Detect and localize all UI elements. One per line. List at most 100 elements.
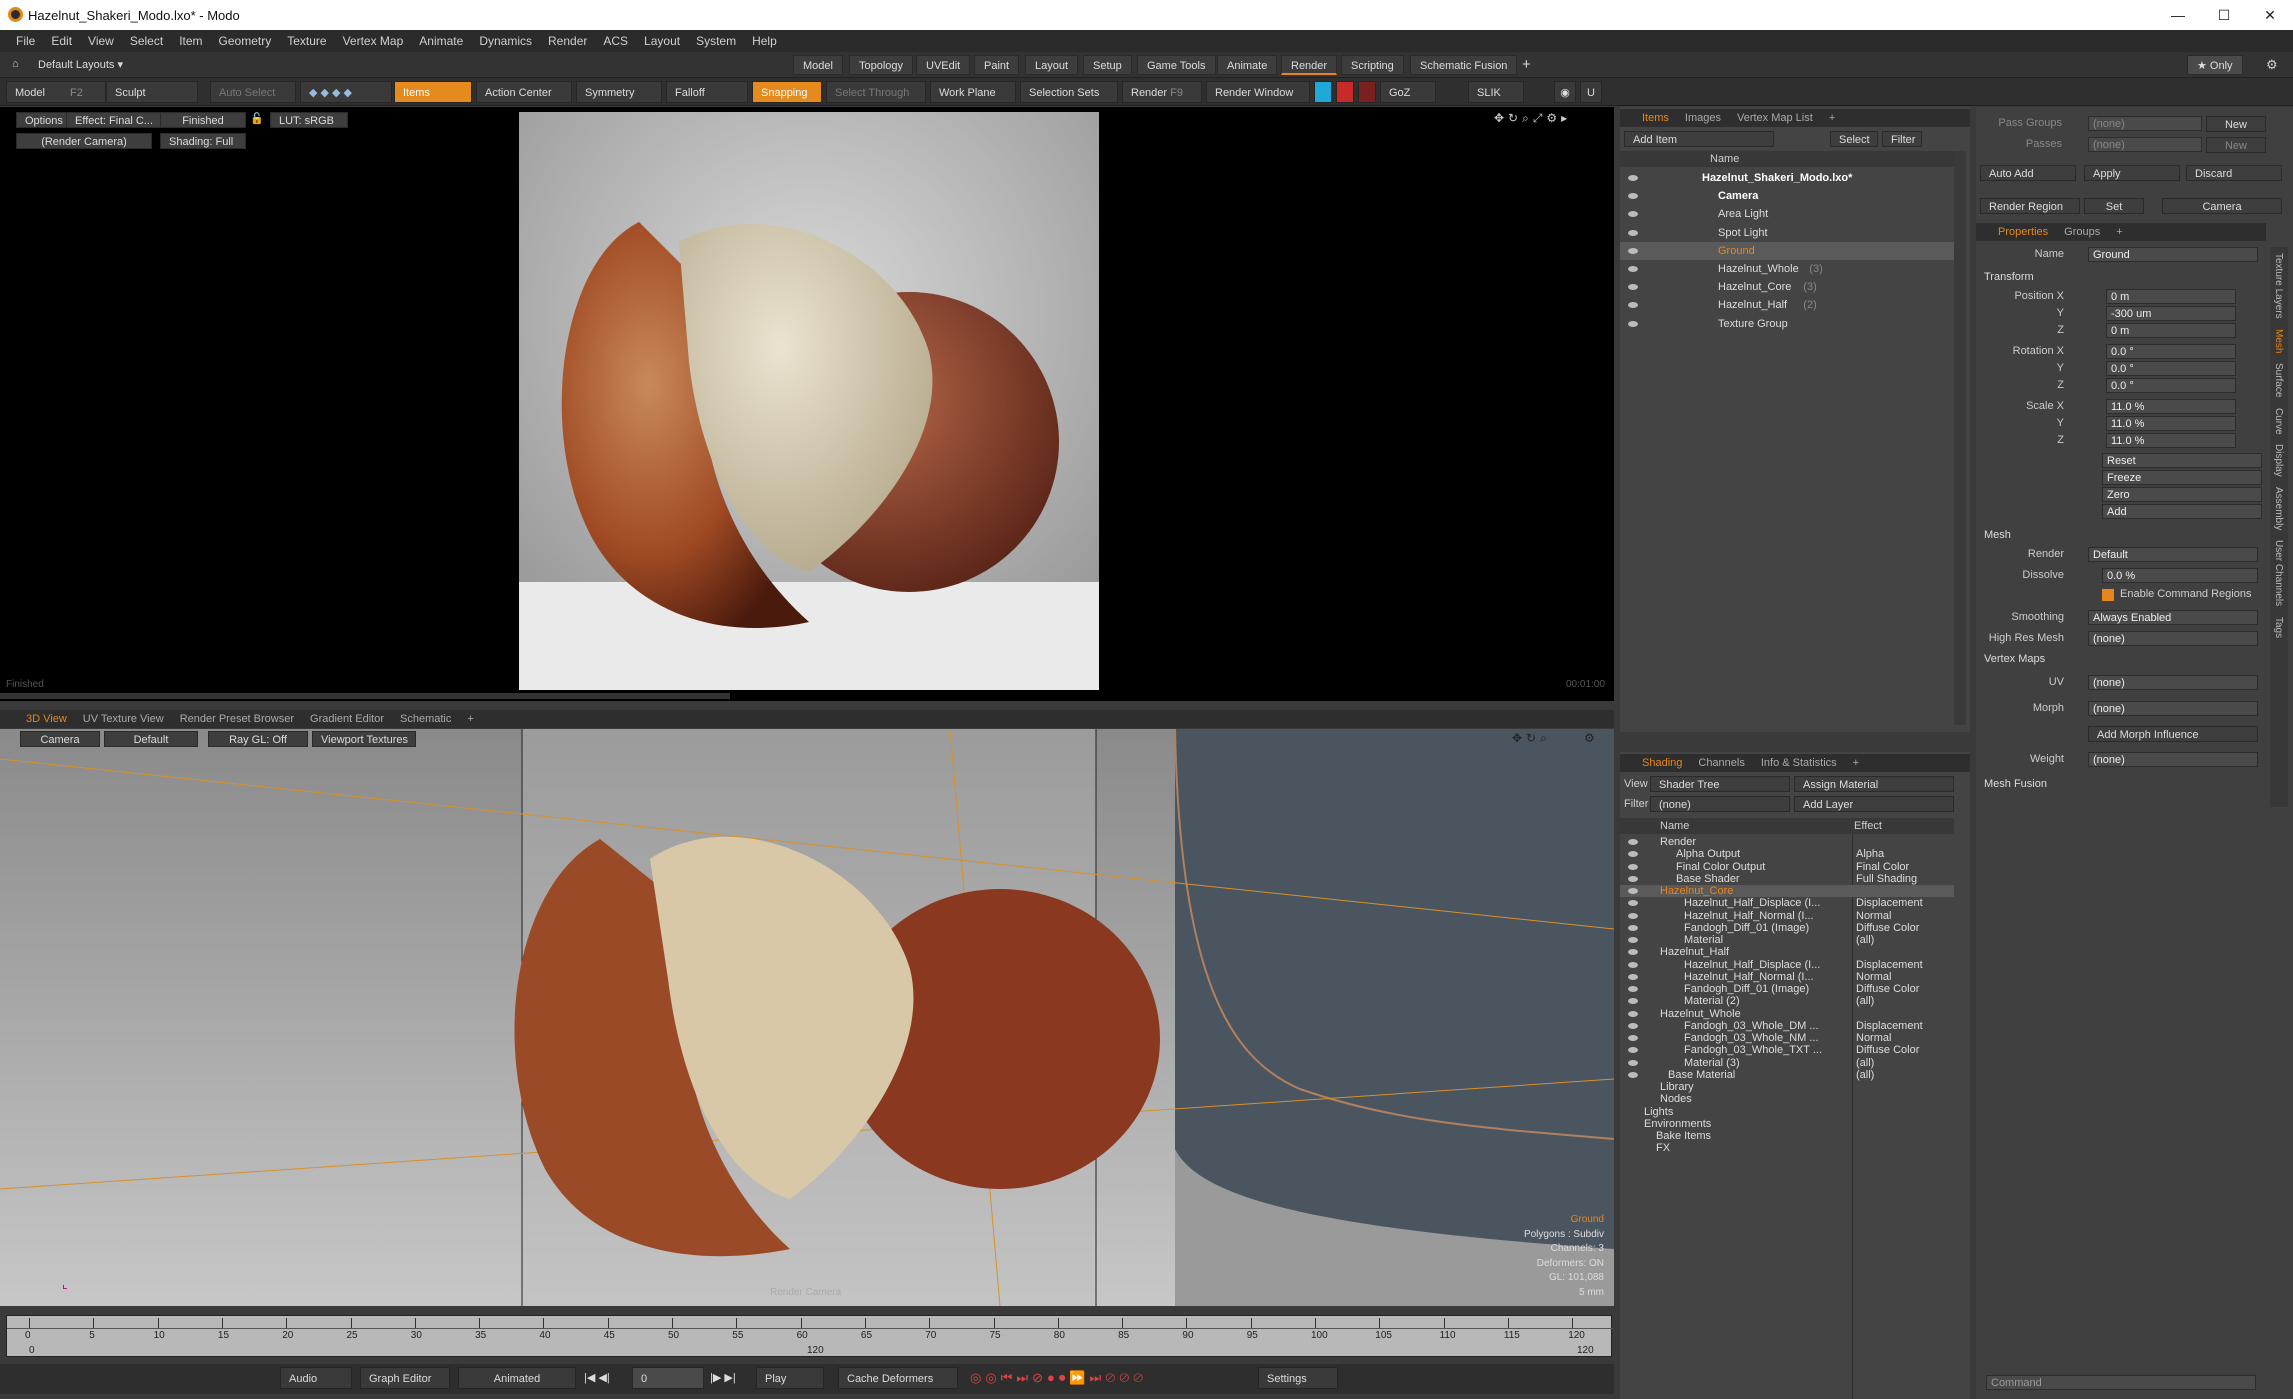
shader-row[interactable]: Nodes (1620, 1093, 1954, 1105)
render-preview-icon[interactable] (1314, 81, 1332, 103)
shading-dropdown[interactable]: Shading: Full (160, 133, 246, 149)
add-dropdown[interactable]: Add (2102, 504, 2262, 519)
shader-row[interactable]: Hazelnut_Half (1620, 946, 1954, 958)
model-button[interactable]: Model F2 (6, 81, 106, 103)
audio-button[interactable]: Audio (280, 1367, 352, 1389)
add-props-tab[interactable]: + (2108, 223, 2130, 241)
vertex-maps-section[interactable]: Vertex Maps (1984, 653, 2045, 665)
shader-row[interactable]: Hazelnut_Whole (1620, 1008, 1954, 1020)
shader-row[interactable]: Render (1620, 836, 1954, 848)
assign-material-dropdown[interactable]: Assign Material (1794, 776, 1954, 792)
eye-icon[interactable] (1628, 1071, 1638, 1078)
add-render-icon[interactable] (1336, 81, 1354, 103)
add-tab-button[interactable]: + (1522, 56, 1531, 73)
mesh-section[interactable]: Mesh (1984, 529, 2011, 541)
list-item[interactable]: Spot Light (1620, 224, 1954, 242)
effect-dropdown[interactable]: Effect: Final C... (66, 112, 163, 128)
eye-icon[interactable] (1628, 851, 1638, 858)
tab-schematic-fusion[interactable]: Schematic Fusion (1410, 55, 1518, 75)
cache-deformers-button[interactable]: Cache Deformers (838, 1367, 958, 1389)
render-window-button[interactable]: Render Window (1206, 81, 1310, 103)
snapping-button[interactable]: Snapping (752, 81, 822, 103)
shader-row[interactable]: Fandogh_03_Whole_NM ... Normal (1620, 1032, 1954, 1044)
add-shading-tab[interactable]: + (1845, 754, 1867, 772)
symmetry-button[interactable]: Symmetry (576, 81, 662, 103)
goz-button[interactable]: GoZ (1380, 81, 1436, 103)
tab-model[interactable]: Model (793, 55, 843, 75)
side-tab[interactable]: Mesh (2270, 329, 2286, 353)
rotation-z-field[interactable]: 0.0 ° (2106, 378, 2236, 393)
zero-dropdown[interactable]: Zero (2102, 487, 2262, 502)
side-tab[interactable]: User Channels (2270, 540, 2286, 606)
eye-icon[interactable] (1628, 912, 1638, 919)
menu-view[interactable]: View (80, 34, 122, 48)
position-x-field[interactable]: 0 m (2106, 289, 2236, 304)
camera-dropdown[interactable]: Camera (20, 731, 100, 747)
tab-channels[interactable]: Channels (1690, 754, 1752, 772)
frame-field[interactable]: 0 (632, 1367, 704, 1389)
weight-dropdown[interactable]: (none) (2088, 752, 2258, 767)
shader-row[interactable]: Base Shader Full Shading (1620, 873, 1954, 885)
menu-help[interactable]: Help (744, 34, 785, 48)
eye-icon[interactable] (1628, 1059, 1638, 1066)
timeline[interactable]: 0 5 10 15 20 25 30 35 40 45 50 55 60 65 70 75 80 85 90 95 10… (6, 1315, 1613, 1357)
shader-row[interactable]: Base Material (all) (1620, 1069, 1954, 1081)
3d-viewport[interactable]: Camera Default Ray GL: Off Viewport Text… (0, 729, 1614, 1306)
dissolve-field[interactable]: 0.0 % (2102, 568, 2258, 583)
list-item[interactable]: Hazelnut_Whole (3) (1620, 260, 1954, 278)
eye-icon[interactable] (1628, 284, 1638, 291)
side-tab[interactable]: Assembly (2270, 487, 2286, 530)
tab-scripting[interactable]: Scripting (1341, 55, 1404, 75)
maximize-button[interactable]: ☐ (2201, 0, 2247, 30)
default-layouts-dropdown[interactable]: Default Layouts ▾ (38, 58, 123, 71)
menu-acs[interactable]: ACS (595, 34, 636, 48)
filter-button[interactable]: Filter (1882, 131, 1922, 147)
tab-uv-texture-view[interactable]: UV Texture View (75, 710, 172, 728)
tab-game-tools[interactable]: Game Tools (1137, 55, 1216, 75)
keyframe-icons[interactable]: ◎◎⏮⏭⊘●⏺⏩⏭⊘⊘⊘ (970, 1370, 1147, 1386)
tab-schematic[interactable]: Schematic (392, 710, 459, 728)
eye-icon[interactable] (1628, 1047, 1638, 1054)
camera-select-dropdown[interactable]: Camera (2162, 198, 2282, 214)
list-item[interactable]: Texture Group (1620, 315, 1954, 333)
tab-vertex-map-list[interactable]: Vertex Map List (1729, 109, 1821, 127)
render-button[interactable]: Render F9 (1122, 81, 1202, 103)
render-scrollbar[interactable] (0, 693, 730, 699)
mesh-fusion-section[interactable]: Mesh Fusion (1984, 778, 2047, 790)
add-item-dropdown[interactable]: Add Item (1624, 131, 1774, 147)
settings-button[interactable]: Settings (1258, 1367, 1338, 1389)
menu-texture[interactable]: Texture (279, 34, 334, 48)
scale-z-field[interactable]: 11.0 % (2106, 433, 2236, 448)
selection-mode-icons[interactable]: ◆ ◆ ◆ ◆ (300, 81, 392, 103)
prev-key-icon[interactable]: |◀ ◀| (584, 1371, 610, 1384)
shader-row[interactable]: FX (1620, 1142, 1954, 1154)
eye-icon[interactable] (1628, 247, 1638, 254)
menu-select[interactable]: Select (122, 34, 171, 48)
tab-items[interactable]: Items (1634, 109, 1677, 127)
eye-icon[interactable] (1628, 924, 1638, 931)
eye-icon[interactable] (1628, 302, 1638, 309)
render-camera-dropdown[interactable]: (Render Camera) (16, 133, 152, 149)
set-button[interactable]: Set (2084, 198, 2144, 214)
eye-icon[interactable] (1628, 875, 1638, 882)
viewport-nav-icons[interactable]: ✥↻⌕ (1512, 731, 1551, 746)
shader-row[interactable]: Fandogh_Diff_01 (Image) Diffuse Color (1620, 922, 1954, 934)
selection-sets-button[interactable]: Selection Sets (1020, 81, 1118, 103)
high-res-mesh-dropdown[interactable]: (none) (2088, 631, 2258, 646)
eye-icon[interactable] (1628, 193, 1638, 200)
apply-button[interactable]: Apply (2084, 165, 2180, 181)
eye-icon[interactable] (1628, 937, 1638, 943)
tab-uvedit[interactable]: UVEdit (916, 55, 971, 75)
eye-icon[interactable] (1628, 839, 1638, 845)
eye-icon[interactable] (1628, 888, 1638, 894)
tab-layout[interactable]: Layout (1025, 55, 1079, 75)
menu-vertex-map[interactable]: Vertex Map (335, 34, 412, 48)
side-tab[interactable]: Texture Layers (2270, 253, 2286, 319)
shader-row[interactable]: Fandogh_03_Whole_DM ... Displacement (1620, 1020, 1954, 1032)
layout-home-icon[interactable]: ⌂ (12, 58, 19, 70)
side-tab[interactable]: Surface (2270, 363, 2286, 397)
shader-row[interactable]: Hazelnut_Half_Displace (I... Displacement (1620, 959, 1954, 971)
eye-icon[interactable] (1628, 986, 1638, 992)
eye-icon[interactable] (1628, 949, 1638, 956)
tab-render-preset-browser[interactable]: Render Preset Browser (172, 710, 302, 728)
